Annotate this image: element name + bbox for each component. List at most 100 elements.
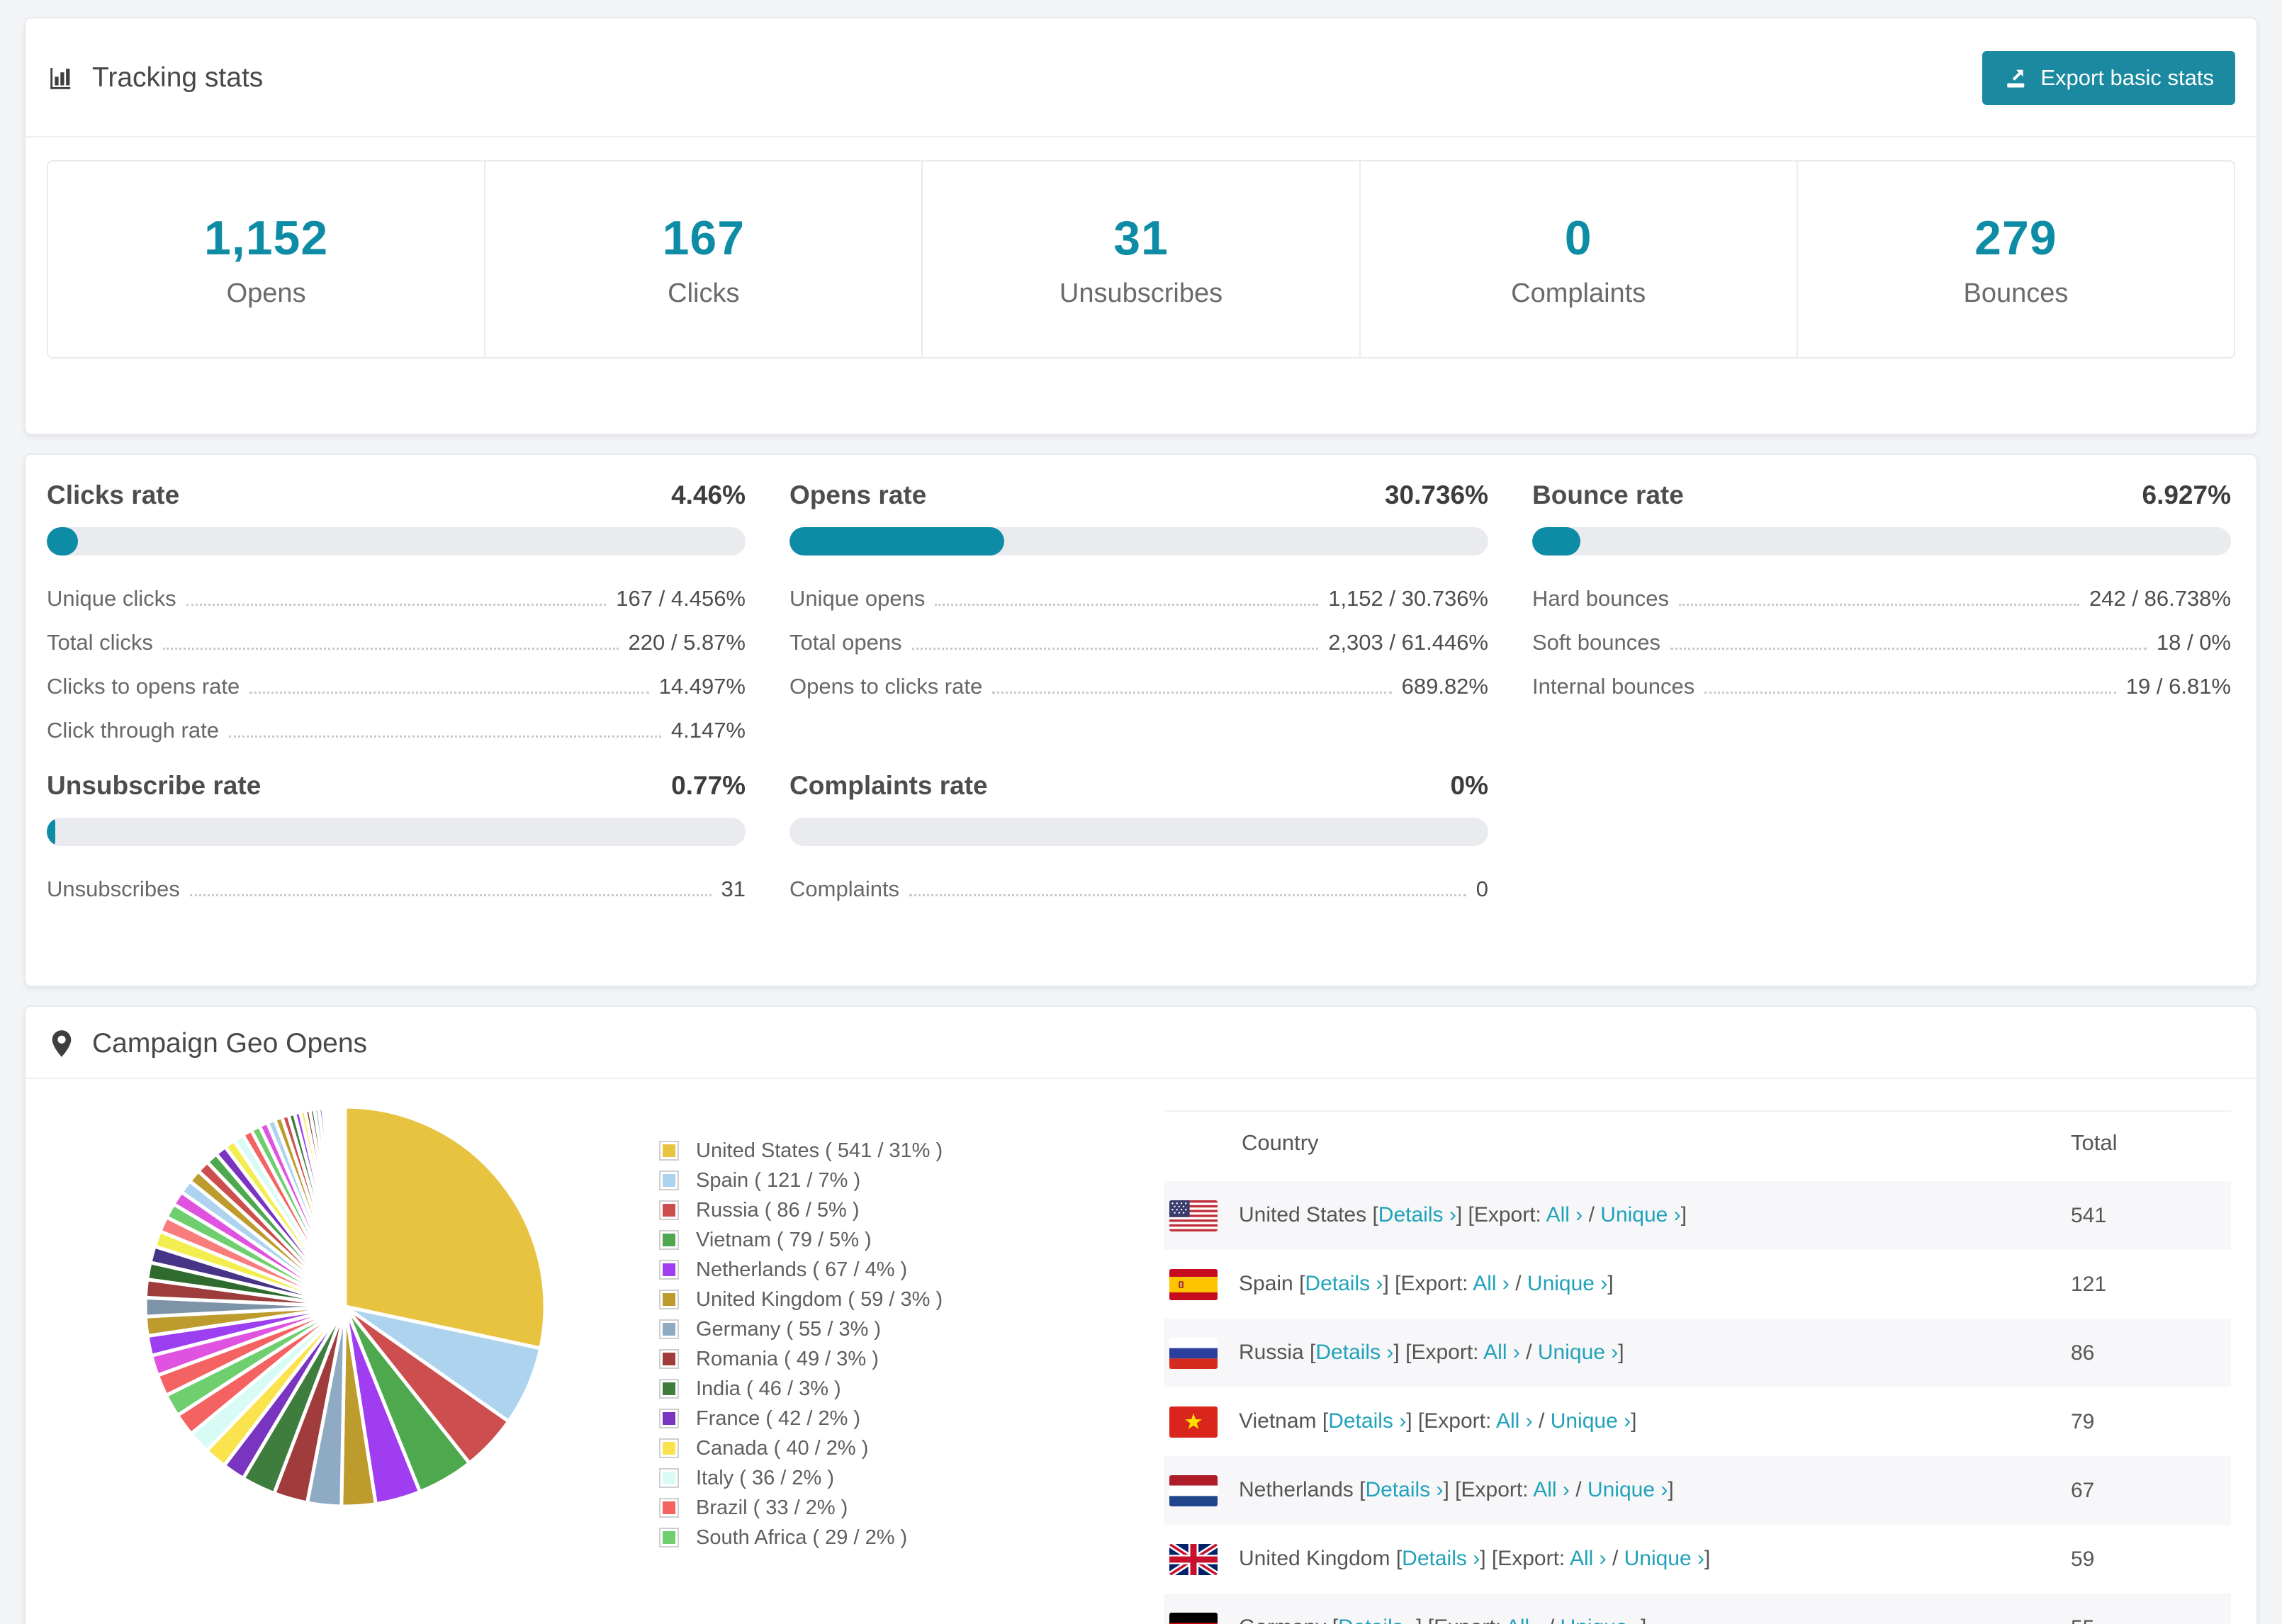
rate-detail-value: 0 [1476,876,1488,901]
export-all-link[interactable]: All › [1570,1546,1607,1569]
rate-detail-label: Unsubscribes [47,876,180,901]
flag-nl-icon [1169,1474,1218,1506]
rates-card: Clicks rate 4.46% Unique clicks 167 / 4.456… [24,453,2258,987]
tracking-stats-header: Tracking stats Export basic stats [26,18,2256,137]
rate-value: 0.77% [671,771,746,800]
country-total: 541 [2071,1203,2107,1227]
legend-item: Spain ( 121 / 7% ) [661,1166,1164,1195]
geo-table-header-row: Country Total [1164,1111,2231,1181]
rate-detail-row: Unsubscribes 31 [47,867,746,911]
bracket: ] [1680,1202,1687,1227]
rate-rows: Complaints 0 [789,867,1488,911]
legend-swatch [661,1172,678,1189]
details-link[interactable]: Details › [1315,1340,1393,1363]
rate-detail-row: Total opens 2,303 / 61.446% [789,621,1488,665]
export-all-link[interactable]: All › [1496,1409,1533,1432]
rate-detail-value: 689.82% [1401,674,1488,699]
country-name: Vietnam [1239,1409,1317,1433]
export-all-link[interactable]: All › [1483,1340,1520,1363]
export-all-link[interactable]: All › [1473,1271,1510,1295]
stat-value: 167 [662,210,746,265]
geo-table: Country Total United States [Details ›] … [1164,1110,2231,1624]
bracket: [ [1322,1409,1329,1433]
legend-label: Italy ( 36 / 2% ) [696,1466,835,1489]
stat-value: 279 [1974,210,2057,265]
country-cell: United States [Details ›] [Export: All ›… [1164,1181,2071,1250]
bracket: ] [1456,1202,1463,1227]
rate-head: Bounce rate 6.927% [1532,480,2231,510]
legend-swatch [661,1440,678,1457]
geo-table-row-us: United States [Details ›] [Export: All ›… [1164,1181,2231,1250]
legend-item: Russia ( 86 / 5% ) [661,1195,1164,1225]
details-link[interactable]: Details › [1338,1615,1416,1624]
details-link[interactable]: Details › [1328,1409,1406,1432]
export-unique-link[interactable]: Unique › [1587,1477,1668,1501]
bracket: ] [1443,1477,1449,1501]
legend-label: Vietnam ( 79 / 5% ) [696,1228,872,1251]
export-unique-link[interactable]: Unique › [1551,1409,1631,1432]
slash: / [1539,1409,1545,1433]
bracket: ] [1607,1271,1614,1295]
stat-box-bounces: 279 Bounces [1798,162,2234,357]
export-all-link[interactable]: All › [1546,1202,1583,1226]
flag-us-icon [1169,1200,1218,1231]
rate-detail-label: Unique clicks [47,586,176,611]
stat-box-complaints: 0 Complaints [1361,162,1798,357]
bracket: ] [1704,1546,1711,1570]
details-link[interactable]: Details › [1305,1271,1383,1295]
bracket: ] [1383,1271,1389,1295]
legend-label: Germany ( 55 / 3% ) [696,1317,882,1341]
export-unique-link[interactable]: Unique › [1538,1340,1618,1363]
geo-table-header-total: Total [2071,1130,2118,1155]
export-all-link[interactable]: All › [1533,1477,1570,1501]
stat-label: Opens [226,278,306,308]
export-unique-link[interactable]: Unique › [1624,1546,1704,1569]
rate-detail-value: 2,303 / 61.446% [1328,630,1488,655]
export-all-link[interactable]: All › [1506,1615,1543,1624]
details-link[interactable]: Details › [1378,1202,1456,1226]
details-link[interactable]: Details › [1365,1477,1443,1501]
progress-bar-fill [47,527,78,556]
legend-label: Romania ( 49 / 3% ) [696,1347,879,1370]
legend-label: France ( 42 / 2% ) [696,1406,861,1430]
export-unique-link[interactable]: Unique › [1600,1202,1680,1226]
legend-item: South Africa ( 29 / 2% ) [661,1523,1164,1552]
rate-head: Unsubscribe rate 0.77% [47,771,746,801]
bracket: [ [1395,1546,1403,1570]
country-cell: United Kingdom [Details ›] [Export: All … [1164,1525,2071,1594]
bracket: ] [1641,1615,1646,1624]
complaints-rate-block: Complaints rate 0% Complaints 0 [789,771,1488,911]
tracking-stats-title-text: Tracking stats [92,62,264,93]
flag-ru-icon [1169,1337,1218,1369]
stat-value: 1,152 [204,210,329,265]
unsubscribe-rate-block: Unsubscribe rate 0.77% Unsubscribes 31 [47,771,746,911]
rate-detail-row: Soft bounces 18 / 0% [1532,621,2231,665]
tracking-stats-title: Tracking stats [47,62,263,94]
rate-head: Complaints rate 0% [789,771,1488,801]
dotted-leader [992,692,1392,694]
details-link[interactable]: Details › [1402,1546,1480,1569]
rate-detail-value: 1,152 / 30.736% [1328,586,1488,611]
export-basic-stats-button[interactable]: Export basic stats [1982,51,2235,105]
bracket: ] [1631,1409,1637,1433]
legend-item: United Kingdom ( 59 / 3% ) [661,1285,1164,1314]
export-unique-link[interactable]: Unique › [1527,1271,1607,1295]
legend-label: Brazil ( 33 / 2% ) [696,1496,848,1519]
rate-detail-label: Soft bounces [1532,630,1660,655]
rate-detail-value: 19 / 6.81% [2125,674,2231,699]
bounce-rate-block: Bounce rate 6.927% Hard bounces 242 / 86.73… [1532,480,2231,752]
geo-table-row-ru: Russia [Details ›] [Export: All › / Uniq… [1164,1319,2231,1387]
geo-title-text: Campaign Geo Opens [92,1028,368,1059]
geo-pie-svg [143,1105,547,1509]
map-marker-icon [52,1030,72,1057]
export-prefix: [Export: [1395,1271,1468,1295]
slash: / [1526,1340,1532,1364]
stat-value: 0 [1564,210,1592,265]
rate-rows: Hard bounces 242 / 86.738% Soft bounces 18 … [1532,577,2231,709]
country-total: 86 [2071,1341,2095,1365]
rate-detail-row: Click through rate 4.147% [47,709,746,752]
rate-rows: Unique clicks 167 / 4.456% Total clicks 220… [47,577,746,752]
legend-swatch [661,1470,678,1487]
export-unique-link[interactable]: Unique › [1561,1615,1641,1624]
country-total: 79 [2071,1409,2095,1433]
